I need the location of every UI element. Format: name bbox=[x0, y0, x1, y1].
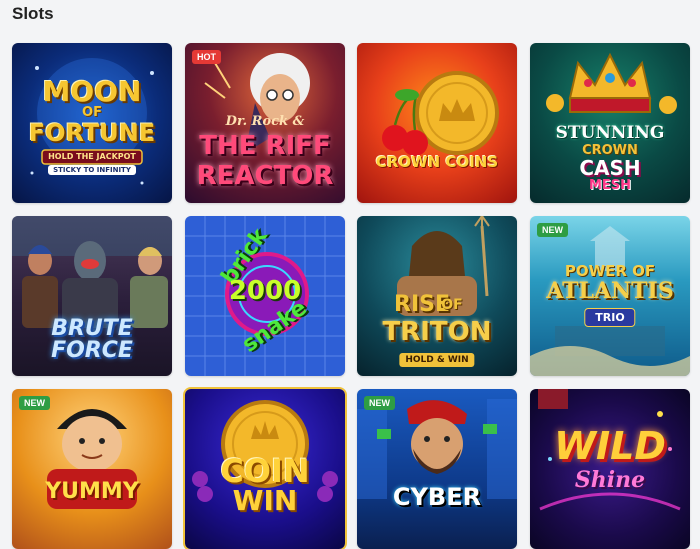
new-badge: NEW bbox=[19, 396, 50, 410]
game-tile-rise-of-triton[interactable]: RISE OF TRITON HOLD & WIN bbox=[357, 216, 517, 376]
game-title-line3: TRITON bbox=[382, 317, 492, 347]
game-tile-power-of-atlantis-trio[interactable]: NEW POWER OF ATLANTIS TRIO bbox=[530, 216, 690, 376]
game-tile-cyber[interactable]: NEW CYBER bbox=[357, 389, 517, 549]
new-badge: NEW bbox=[537, 223, 568, 237]
game-title-line2: OF bbox=[441, 297, 463, 313]
game-title-line1: POWER OF bbox=[564, 262, 656, 280]
game-title-line2: REACTOR bbox=[196, 161, 334, 191]
game-title-line1: STUNNING bbox=[555, 123, 665, 143]
cyber-art bbox=[357, 399, 517, 499]
game-tile-crown-coins[interactable]: CROWN COINS bbox=[357, 43, 517, 203]
game-tile-brick-snake-2000[interactable]: brick 2000 snake bbox=[185, 216, 345, 376]
game-tile-coin-win[interactable]: COIN WIN bbox=[185, 389, 345, 549]
game-title-line2: OF bbox=[82, 105, 102, 120]
game-tile-dr-rock-riff-reactor[interactable]: HOT Dr. Rock & THE RIFF REACTOR bbox=[185, 43, 345, 203]
game-pretitle: Dr. Rock & bbox=[225, 114, 305, 129]
game-tile-moon-of-fortune[interactable]: MOON OF FORTUNE HOLD THE JACKPOT STICKY … bbox=[12, 43, 172, 203]
yummy-art bbox=[47, 409, 137, 509]
game-title-line3: CASH bbox=[579, 156, 641, 180]
game-tile-yummy[interactable]: NEW YUMMY bbox=[12, 389, 172, 549]
game-title-line1: YUMMY bbox=[45, 479, 139, 504]
game-subtitle-2: STICKY TO INFINITY bbox=[53, 166, 131, 174]
game-title-line1: WILD bbox=[554, 424, 666, 468]
game-tile-brute-force[interactable]: BRUTE FORCE bbox=[12, 216, 172, 376]
game-title-line1: CROWN COINS bbox=[375, 153, 499, 171]
game-title-line1: BRUTE bbox=[51, 316, 133, 341]
game-title-line4: MESH bbox=[588, 178, 632, 193]
game-title-line1: CYBER bbox=[392, 483, 482, 511]
game-title-line2: FORCE bbox=[51, 338, 133, 363]
game-title-line1: THE RIFF bbox=[199, 131, 331, 161]
game-title-line1: MOON bbox=[42, 75, 142, 108]
game-title-line1: COIN bbox=[220, 452, 310, 490]
game-subtitle-1: HOLD THE JACKPOT bbox=[48, 152, 136, 161]
game-tile-stunning-crown-cash-mesh[interactable]: STUNNING CROWN CASH MESH bbox=[530, 43, 690, 203]
crown-coins-art bbox=[382, 71, 499, 156]
game-title-line2: WIN bbox=[232, 484, 298, 517]
game-title-line3: FORTUNE bbox=[28, 119, 156, 147]
game-subtitle-1: HOLD & WIN bbox=[399, 353, 475, 367]
section-title: Slots bbox=[12, 4, 54, 23]
game-title-line2: ATLANTIS bbox=[546, 278, 674, 304]
game-title-line2: Shine bbox=[574, 467, 646, 493]
game-subtitle-1: TRIO bbox=[584, 308, 636, 327]
game-tile-wild-shine[interactable]: WILD Shine bbox=[530, 389, 690, 549]
hot-badge: HOT bbox=[192, 50, 221, 64]
new-badge: NEW bbox=[364, 396, 395, 410]
